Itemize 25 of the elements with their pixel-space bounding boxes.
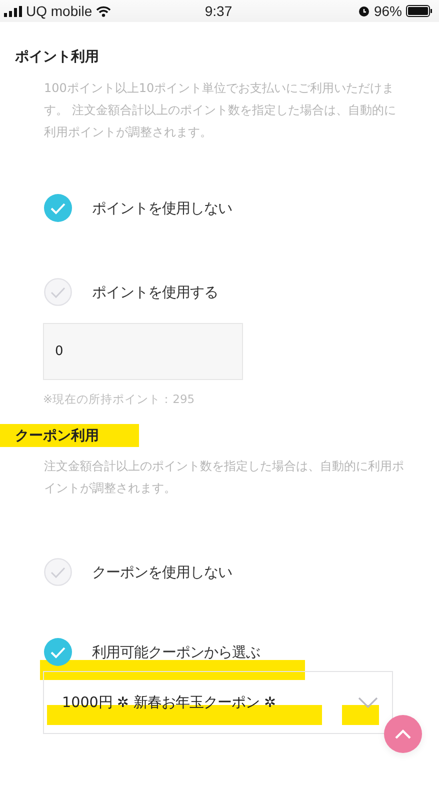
- chevron-up-icon: [395, 729, 411, 739]
- section-description: 100ポイント以上10ポイント単位でお支払いにご利用いただけます。 注文金額合計以上のポイント数を指定した場合は、自動的に利用ポイントが調整されます。: [44, 80, 397, 141]
- battery-icon: [406, 5, 433, 17]
- wifi-icon: [96, 6, 112, 16]
- points-input-field[interactable]: 0: [43, 323, 243, 380]
- section-title: ポイント利用: [15, 48, 100, 66]
- checked-radio-icon[interactable]: [44, 194, 72, 222]
- points-note: ※現在の所持ポイント：295: [43, 392, 196, 407]
- alarm-icon: [358, 5, 370, 17]
- section-description: 注文金額合計以上のポイント数を指定した場合は、自動的に利用ポイントが調整されます。: [44, 458, 404, 497]
- option-label: ポイントを使用しない: [92, 200, 232, 218]
- highlight-mark: [342, 705, 379, 725]
- scroll-to-top-button[interactable]: [384, 715, 422, 753]
- option-label: クーポンを使用しない: [92, 564, 232, 582]
- section-title: クーポン利用: [0, 424, 139, 447]
- signal-icon: [4, 6, 22, 16]
- battery-percent: 96%: [374, 3, 402, 19]
- clock-time: 9:37: [204, 3, 232, 19]
- option-label: ポイントを使用する: [92, 284, 218, 302]
- unchecked-radio-icon[interactable]: [44, 558, 72, 586]
- option-label: 利用可能クーポンから選ぶ: [92, 644, 260, 662]
- chevron-down-icon: [358, 696, 378, 708]
- unchecked-radio-icon[interactable]: [44, 278, 72, 306]
- checked-radio-icon[interactable]: [44, 638, 72, 666]
- carrier-name: UQ mobile: [26, 3, 92, 19]
